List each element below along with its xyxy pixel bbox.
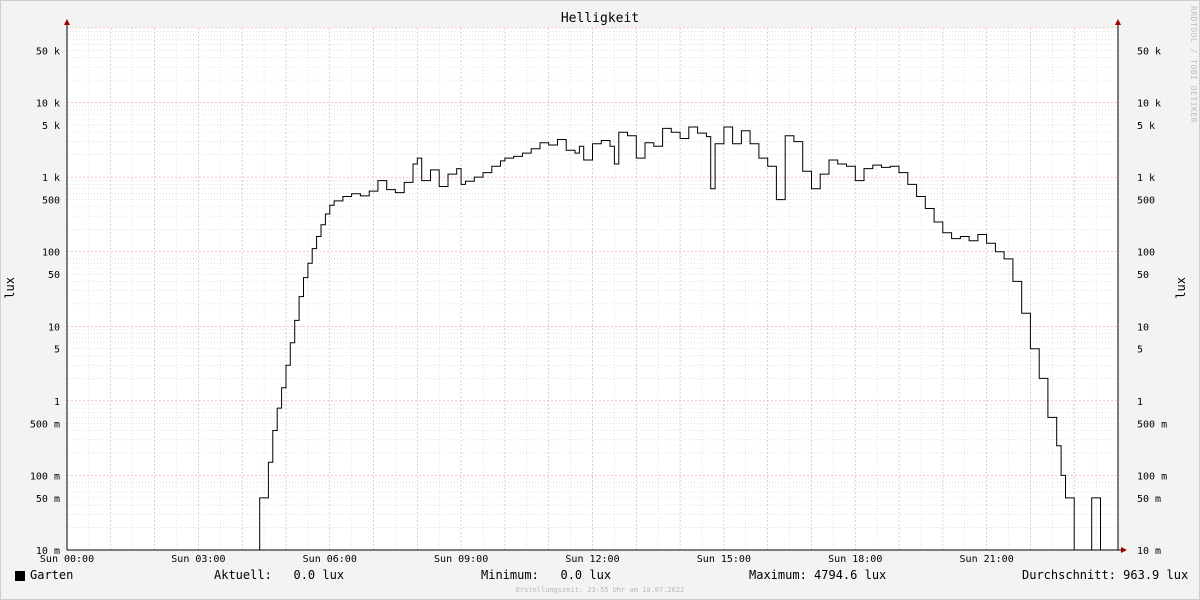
y-tick-label-right: 1 k xyxy=(1137,173,1155,184)
y-tick-label-left: 10 k xyxy=(36,99,60,110)
y-tick-label-left: 100 m xyxy=(30,471,60,482)
x-tick-label: Sun 06:00 xyxy=(303,554,357,565)
x-tick-label: Sun 15:00 xyxy=(697,554,751,565)
y-tick-label-right: 5 xyxy=(1137,345,1143,356)
legend-maximum: Maximum: 4794.6 lux xyxy=(749,568,887,582)
x-tick-label: Sun 12:00 xyxy=(565,554,619,565)
rrdtool-credit: RRDTOOL / TOBI OETIKER xyxy=(1189,6,1198,123)
y-tick-label-left: 1 k xyxy=(42,173,60,184)
y-tick-label-right: 50 m xyxy=(1137,494,1161,505)
x-tick-label: Sun 00:00 xyxy=(40,554,94,565)
y-tick-label-right: 100 m xyxy=(1137,471,1167,482)
legend-average: Durchschnitt: 963.9 lux xyxy=(1022,568,1189,582)
legend-series-name: Garten xyxy=(30,568,74,582)
y-tick-label-left: 5 k xyxy=(42,121,60,132)
y-tick-label-left: 1 xyxy=(54,397,60,408)
y-axis-right: 10 m 50 m 100 m 500 m 1 5 10 50 100 500 1 k 5 k 10 k… xyxy=(1137,46,1167,557)
y-tick-label-left: 500 xyxy=(42,196,60,207)
y-axis-label-left: lux xyxy=(3,277,17,299)
legend-swatch xyxy=(15,571,25,581)
y-tick-label-left: 50 m xyxy=(36,494,60,505)
y-tick-label-left: 10 xyxy=(48,322,60,333)
y-tick-label-left: 50 k xyxy=(36,46,60,57)
y-tick-label-right: 100 xyxy=(1137,248,1155,259)
y-tick-label-right: 10 m xyxy=(1137,546,1161,557)
chart-title: Helligkeit xyxy=(560,11,640,26)
legend-current: Aktuell: 0.0 lux xyxy=(214,568,345,582)
legend-minimum: Minimum: 0.0 lux xyxy=(481,568,612,582)
y-tick-label-left: 100 xyxy=(42,248,60,259)
y-tick-label-right: 50 k xyxy=(1137,46,1161,57)
y-axis-label-right: lux xyxy=(1174,277,1188,299)
x-tick-label: Sun 09:00 xyxy=(434,554,488,565)
y-tick-label-left: 500 m xyxy=(30,419,60,430)
y-tick-label-right: 10 xyxy=(1137,322,1149,333)
y-tick-label-right: 1 xyxy=(1137,397,1143,408)
x-tick-label: Sun 21:00 xyxy=(960,554,1014,565)
y-tick-label-left: 5 xyxy=(54,345,60,356)
x-tick-label: Sun 03:00 xyxy=(171,554,225,565)
y-tick-label-right: 5 k xyxy=(1137,121,1155,132)
x-tick-label: Sun 18:00 xyxy=(828,554,882,565)
y-tick-label-right: 10 k xyxy=(1137,99,1161,110)
y-tick-label-right: 500 m xyxy=(1137,419,1167,430)
y-axis-left: 10 m50 m100 m500 m1510501005001 k5 k10 k… xyxy=(30,46,60,557)
legend: Garten Aktuell: 0.0 lux Minimum: 0.0 lux… xyxy=(0,568,1200,584)
chart: 10 m 50 m 100 m 500 m 1 5 10 50 100 500 1 k 5 k 10 k… xyxy=(30,19,1167,565)
y-tick-label-right: 500 xyxy=(1137,196,1155,207)
x-axis: Sun 00:00 Sun 03:00 Sun 06:00 Sun 09:00 Sun … xyxy=(40,554,1014,565)
y-tick-label-right: 50 xyxy=(1137,270,1149,281)
x-axis-arrow xyxy=(1121,547,1127,553)
y-tick-label-left: 50 xyxy=(48,270,60,281)
footer-timestamp: Erstellungszeit: 23:55 Uhr am 10.07.2022 xyxy=(515,586,685,594)
